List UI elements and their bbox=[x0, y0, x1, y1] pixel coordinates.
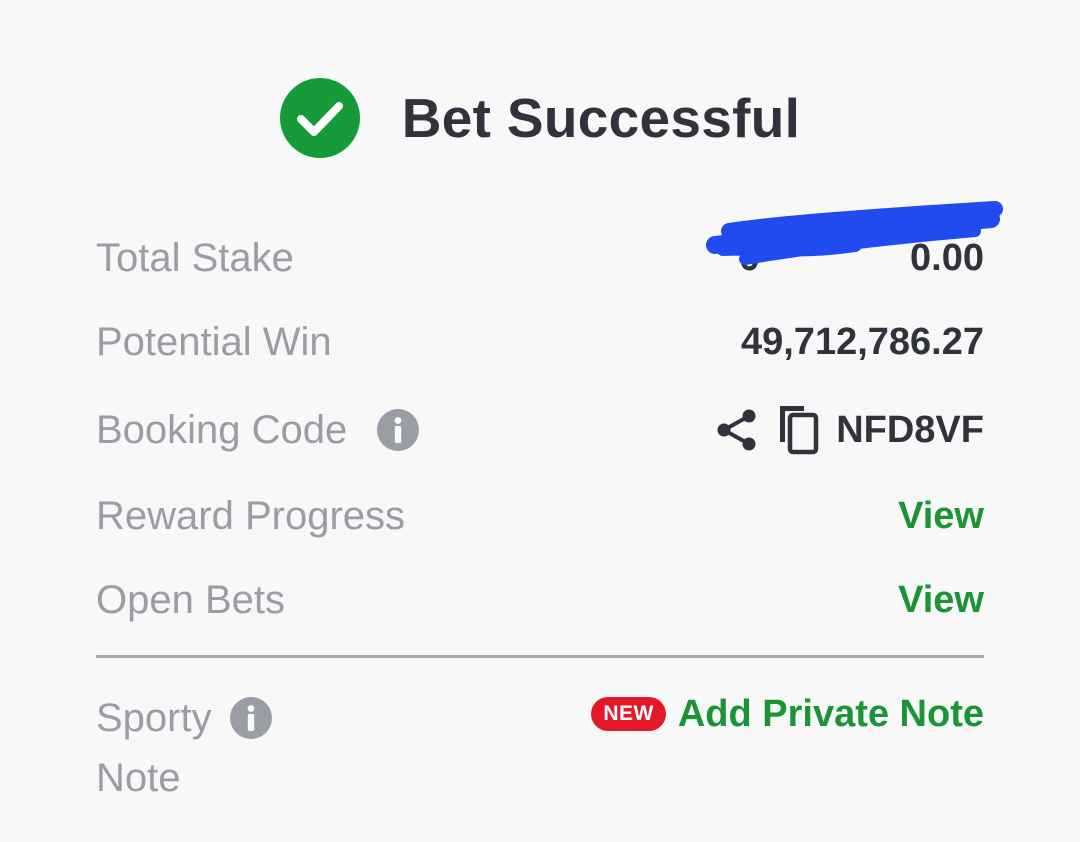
potential-win-label: Potential Win bbox=[96, 319, 332, 364]
booking-code-row: Booking Code NFD8VF bbox=[96, 398, 984, 462]
reward-progress-row: Reward Progress View bbox=[96, 484, 984, 548]
add-private-note-action[interactable]: NEW Add Private Note bbox=[591, 688, 984, 740]
total-stake-value: 0 0.00 bbox=[738, 236, 984, 279]
reward-progress-label: Reward Progress bbox=[96, 493, 406, 538]
total-stake-label: Total Stake bbox=[96, 235, 294, 280]
potential-win-row: Potential Win 49,712,786.27 bbox=[96, 310, 984, 374]
sporty-note-label-line2: Note bbox=[96, 756, 181, 800]
booking-code-actions: NFD8VF bbox=[714, 404, 984, 456]
new-badge: NEW bbox=[591, 697, 666, 731]
add-private-note-link[interactable]: Add Private Note bbox=[678, 693, 984, 736]
booking-code-label: Booking Code bbox=[96, 407, 348, 452]
reward-progress-view-link[interactable]: View bbox=[898, 495, 984, 538]
sporty-note-label-line1: Sporty bbox=[96, 696, 212, 740]
info-icon[interactable] bbox=[229, 697, 272, 739]
total-stake-row: Total Stake 0 0.00 bbox=[96, 200, 1003, 290]
info-icon[interactable] bbox=[377, 409, 420, 451]
share-icon[interactable] bbox=[714, 406, 758, 454]
booking-code-value[interactable]: NFD8VF bbox=[836, 409, 984, 452]
booking-code-label-wrap: Booking Code bbox=[96, 407, 420, 453]
open-bets-label: Open Bets bbox=[96, 577, 286, 622]
potential-win-value: 49,712,786.27 bbox=[740, 320, 984, 363]
total-stake-value-wrap: 0 0.00 bbox=[705, 200, 1003, 280]
sporty-note-label: Sporty Note bbox=[96, 688, 272, 808]
success-header: Bet Successful bbox=[0, 78, 1080, 158]
open-bets-row: Open Bets View bbox=[96, 568, 984, 632]
sporty-note-label-line1-wrap: Sporty bbox=[96, 688, 272, 748]
page-title: Bet Successful bbox=[401, 87, 801, 149]
check-circle-icon bbox=[279, 78, 360, 158]
open-bets-view-link[interactable]: View bbox=[898, 579, 984, 622]
copy-icon[interactable] bbox=[776, 404, 820, 456]
section-divider bbox=[96, 655, 984, 658]
